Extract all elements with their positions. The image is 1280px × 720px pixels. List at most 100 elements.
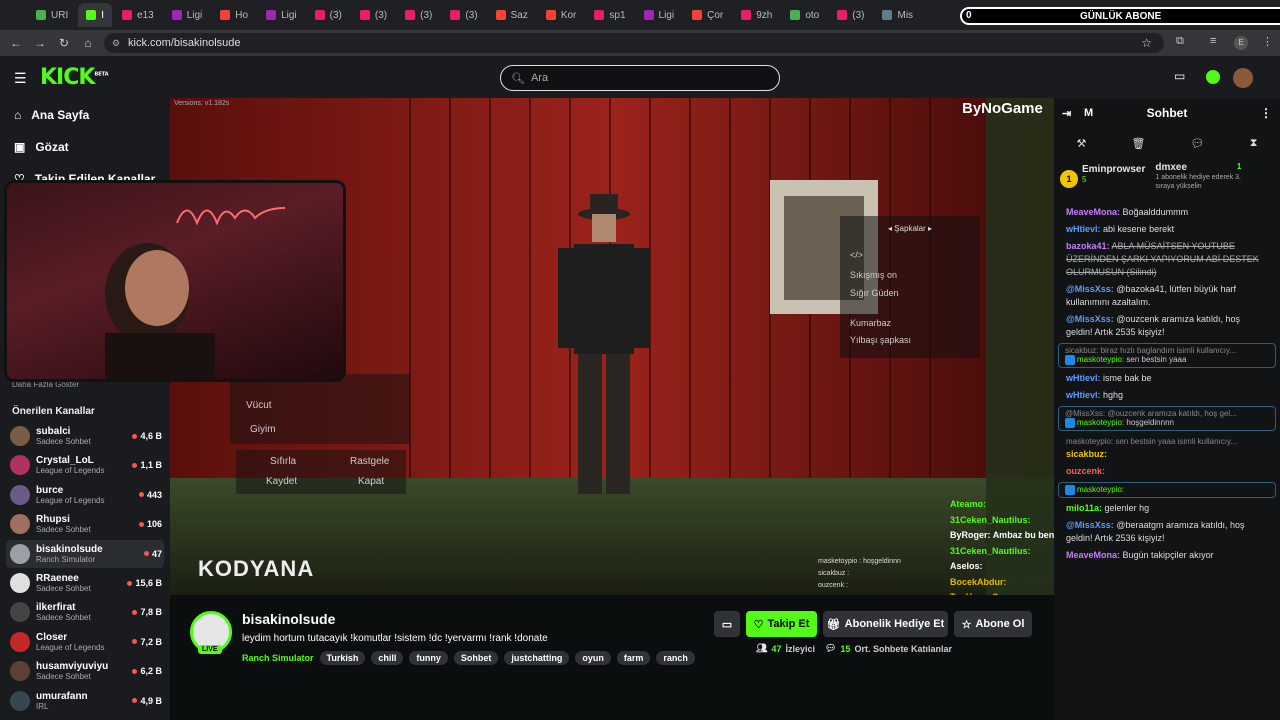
chat-message[interactable]: ouzcenk: bbox=[1054, 463, 1280, 480]
gift-subscription-button[interactable]: 🎁︎ Abonelik Hediye Et bbox=[823, 611, 948, 637]
channel-name[interactable]: bisakinolsude bbox=[242, 611, 335, 627]
trash-icon[interactable]: 🗑︎ bbox=[1132, 137, 1146, 150]
sidebar-item-channel[interactable]: subalci Sadece Sohbet 4,6 B bbox=[6, 422, 164, 450]
browser-tab[interactable]: (3) bbox=[397, 3, 440, 27]
follow-button[interactable]: ♡ Takip Et bbox=[746, 611, 817, 637]
menu-dots-icon[interactable]: ⋮ bbox=[1262, 35, 1273, 48]
chat-message[interactable]: bazoka41: ABLA MÜSAİTSEN YOUTUBE ÜZERİND… bbox=[1054, 238, 1280, 281]
hammer-icon[interactable]: ⚒ bbox=[1077, 137, 1087, 150]
sidebar-item-channel[interactable]: burce League of Legends 443 bbox=[6, 481, 164, 509]
live-dot-icon bbox=[132, 668, 138, 674]
chat-username[interactable]: wHtievl: bbox=[1066, 390, 1101, 400]
sidebar-item-channel[interactable]: Rhupsi Sadece Sohbet 106 bbox=[6, 510, 164, 538]
browser-tab[interactable]: oto bbox=[782, 3, 827, 27]
chat-message[interactable]: @MissXss: @bazoka41, lütfen büyük harf k… bbox=[1054, 281, 1280, 311]
stream-tag[interactable]: Sohbet bbox=[453, 651, 499, 665]
sidebar-item-channel[interactable]: Closer League of Legends 7,2 B bbox=[6, 628, 164, 656]
chat-reply-message[interactable]: maskoteypio: bbox=[1058, 482, 1276, 498]
reload-icon[interactable]: ↻ bbox=[52, 36, 76, 50]
chat-username[interactable]: bazoka41: bbox=[1066, 241, 1110, 251]
browser-tab[interactable]: (3) bbox=[352, 3, 395, 27]
browser-tab[interactable]: (3) bbox=[829, 3, 872, 27]
sidebar-item-channel[interactable]: bisakinolsude Ranch Simulator 47 bbox=[6, 539, 164, 568]
chat-username[interactable]: sicakbuz: bbox=[1066, 449, 1107, 459]
home-browser-icon[interactable]: ⌂ bbox=[76, 36, 100, 50]
chat-message[interactable]: maskoteypio: sen bestsin yaaa isimli kul… bbox=[1054, 433, 1280, 463]
browser-tab[interactable]: URI bbox=[28, 3, 76, 27]
chat-username[interactable]: @MissXss: bbox=[1066, 314, 1114, 324]
browser-tab[interactable]: Ligi bbox=[258, 3, 305, 27]
chat-username[interactable]: wHtievl: bbox=[1066, 373, 1101, 383]
sidebar-item-channel[interactable]: husamviyuviyu Sadece Sohbet 6,2 B bbox=[6, 657, 164, 685]
sidebar-item-label: Ana Sayfa bbox=[31, 108, 90, 122]
media-icon[interactable]: ≡ bbox=[1210, 35, 1216, 47]
stream-tag[interactable]: chill bbox=[371, 651, 404, 665]
browser-tab[interactable]: Ho bbox=[212, 3, 256, 27]
message-icon[interactable]: 💬︎ bbox=[1191, 137, 1205, 150]
stream-tag[interactable]: funny bbox=[409, 651, 448, 665]
hamburger-menu-icon[interactable]: ☰ bbox=[14, 70, 27, 87]
drops-icon[interactable]: ▭ bbox=[1174, 69, 1185, 83]
chat-username[interactable]: @MissXss: bbox=[1066, 520, 1114, 530]
chat-username[interactable]: @MissXss: bbox=[1066, 284, 1114, 294]
subscribe-button[interactable]: ☆ Abone Ol bbox=[954, 611, 1032, 637]
chat-username[interactable]: ouzcenk: bbox=[1066, 466, 1105, 476]
back-icon[interactable]: ← bbox=[4, 36, 28, 50]
browser-tab[interactable]: Mis bbox=[874, 3, 921, 27]
theater-mode-button[interactable]: ▭ bbox=[714, 611, 740, 637]
forward-icon[interactable]: → bbox=[28, 36, 52, 50]
sidebar-item-home[interactable]: ⌂ Ana Sayfa bbox=[14, 108, 89, 122]
chat-message[interactable]: MeaveMona: Boğaalddummm bbox=[1054, 204, 1280, 221]
chat-username[interactable]: MeaveMona: bbox=[1066, 207, 1120, 217]
stream-tag[interactable]: farm bbox=[616, 651, 651, 665]
sidebar-item-channel[interactable]: umurafann IRL 4,9 B bbox=[6, 687, 164, 715]
stream-tag[interactable]: justchatting bbox=[504, 651, 570, 665]
chat-message[interactable]: @MissXss: @beraatgm aramıza katıldı, hoş… bbox=[1054, 517, 1280, 547]
stream-tag[interactable]: ranch bbox=[656, 651, 695, 665]
chat-message[interactable]: wHtievl: hghg bbox=[1054, 387, 1280, 404]
browser-tab[interactable]: 9zh bbox=[733, 3, 780, 27]
bookmark-star-icon[interactable]: ☆ bbox=[1141, 36, 1152, 50]
chat-message[interactable]: wHtievl: abi kesene berekt bbox=[1054, 221, 1280, 238]
browser-tab[interactable]: Saz bbox=[488, 3, 536, 27]
search-input[interactable]: 🔍︎ Ara bbox=[500, 65, 780, 91]
browser-tab[interactable]: Ligi bbox=[636, 3, 683, 27]
chat-message[interactable]: wHtievl: isme bak be bbox=[1054, 370, 1280, 387]
chat-message[interactable]: milo11a: gelenler hg bbox=[1054, 500, 1280, 517]
browser-tab[interactable]: Kor bbox=[538, 3, 585, 27]
chat-message[interactable]: MeaveMona: Bugün takipçiler akıyor bbox=[1054, 547, 1280, 564]
chat-username[interactable]: wHtievl: bbox=[1066, 224, 1101, 234]
sidebar-item-browse[interactable]: ▣ Gözat bbox=[14, 140, 69, 154]
chat-username[interactable]: milo11a: bbox=[1066, 503, 1102, 513]
site-info-icon[interactable]: ⚙ bbox=[112, 38, 120, 49]
browser-tab[interactable]: (3) bbox=[442, 3, 485, 27]
chat-reply-message[interactable]: sicakbuz: biraz hızlı baglandım isimli k… bbox=[1058, 343, 1276, 368]
hourglass-icon[interactable]: ⧗ bbox=[1250, 137, 1258, 150]
chat-username[interactable]: maskoteypio: bbox=[1077, 418, 1124, 427]
chat-username[interactable]: maskoteypio: bbox=[1077, 485, 1124, 494]
browser-tab[interactable]: Ligi bbox=[164, 3, 211, 27]
chat-settings-icon[interactable]: ⋮ bbox=[1260, 106, 1272, 120]
sidebar-item-channel[interactable]: Crystal_LoL League of Legends 1,1 B bbox=[6, 451, 164, 479]
user-avatar[interactable] bbox=[1233, 68, 1253, 88]
profile-icon[interactable]: E bbox=[1234, 36, 1248, 50]
stream-tag[interactable]: oyun bbox=[575, 651, 611, 665]
browser-tab[interactable]: e13 bbox=[114, 3, 162, 27]
sidebar-item-channel[interactable]: RRaenee Sadece Sohbet 15,6 B bbox=[6, 569, 164, 597]
extensions-icon[interactable]: ⧉ bbox=[1176, 35, 1184, 48]
url-field[interactable]: ⚙ kick.com/bisakinolsude ☆ bbox=[104, 33, 1164, 53]
stream-category[interactable]: Ranch Simulator bbox=[242, 653, 314, 663]
browser-tab[interactable]: Çor bbox=[684, 3, 731, 27]
chat-reply-message[interactable]: @MissXss: @ouzcenk aramıza katıldı, hoş … bbox=[1058, 406, 1276, 431]
kick-logo[interactable]: KICKBETA bbox=[40, 65, 109, 90]
sidebar-item-channel[interactable]: ilkerfirat Sadece Sohbet 7,8 B bbox=[6, 598, 164, 626]
browser-tab[interactable]: sp1 bbox=[586, 3, 633, 27]
kick-coin-icon[interactable] bbox=[1206, 70, 1220, 84]
chat-message[interactable]: @MissXss: @ouzcenk aramıza katıldı, hoş … bbox=[1054, 311, 1280, 341]
browser-tab[interactable]: I bbox=[78, 3, 113, 27]
chat-username[interactable]: maskoteypio: bbox=[1077, 355, 1124, 364]
collapse-chat-icon[interactable]: ⇥ bbox=[1062, 107, 1071, 120]
chat-username[interactable]: MeaveMona: bbox=[1066, 550, 1120, 560]
stream-tag[interactable]: Turkish bbox=[319, 651, 366, 665]
browser-tab[interactable]: (3) bbox=[307, 3, 350, 27]
